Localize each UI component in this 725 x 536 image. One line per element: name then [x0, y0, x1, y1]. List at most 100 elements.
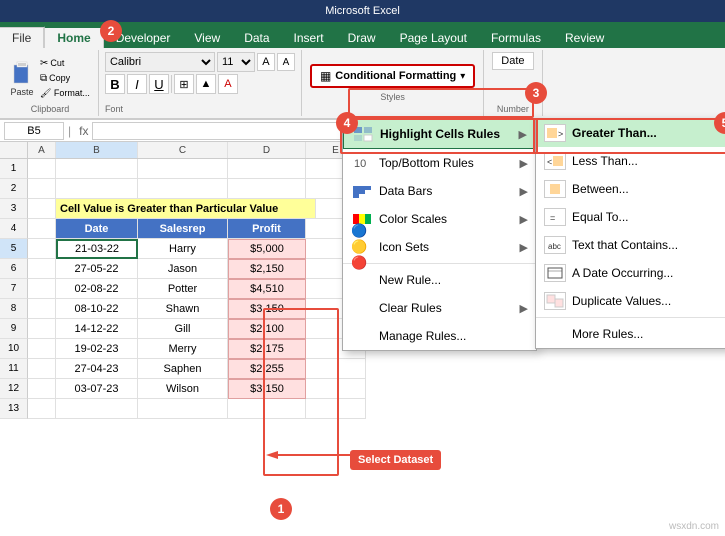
cell-c2[interactable]: [138, 179, 228, 199]
cell-b13[interactable]: [56, 399, 138, 419]
between-icon: [544, 180, 566, 198]
submenu-item-greaterthan[interactable]: > Greater Than...: [536, 119, 725, 147]
tab-review[interactable]: Review: [553, 28, 616, 48]
cell-a8[interactable]: [28, 299, 56, 319]
cell-c13[interactable]: [138, 399, 228, 419]
cell-d9[interactable]: $2,100: [228, 319, 306, 339]
submenu-item-dateoccurring[interactable]: A Date Occurring...: [536, 259, 725, 287]
menu-item-topbottom[interactable]: 10 Top/Bottom Rules ▶: [343, 149, 536, 177]
cell-a7[interactable]: [28, 279, 56, 299]
cell-d1[interactable]: [228, 159, 306, 179]
submenu-item-textcontains[interactable]: abc Text that Contains...: [536, 231, 725, 259]
cell-d13[interactable]: [228, 399, 306, 419]
tab-view[interactable]: View: [182, 28, 232, 48]
cell-reference-input[interactable]: [4, 122, 64, 140]
tab-insert[interactable]: Insert: [282, 28, 336, 48]
tab-draw[interactable]: Draw: [336, 28, 388, 48]
cell-b5[interactable]: 21-03-22: [56, 239, 138, 259]
cell-c7[interactable]: Potter: [138, 279, 228, 299]
font-grow-button[interactable]: A: [257, 53, 275, 71]
font-size-selector[interactable]: 11: [217, 52, 255, 72]
submenu-item-lessthan[interactable]: < Less Than...: [536, 147, 725, 175]
font-color-button[interactable]: A: [218, 74, 238, 94]
cell-d5[interactable]: $5,000: [228, 239, 306, 259]
cell-b4-header[interactable]: Date: [56, 219, 138, 239]
iconsets-label: Icon Sets: [379, 240, 514, 254]
cell-e13[interactable]: [306, 399, 366, 419]
cell-a4[interactable]: [28, 219, 56, 239]
function-icon[interactable]: fx: [79, 124, 88, 138]
cell-a10[interactable]: [28, 339, 56, 359]
cell-d7[interactable]: $4,510: [228, 279, 306, 299]
font-shrink-button[interactable]: A: [277, 53, 295, 71]
cut-button[interactable]: ✂Cut: [38, 57, 92, 70]
submenu-item-equalto[interactable]: = Equal To...: [536, 203, 725, 231]
menu-item-clearrules[interactable]: Clear Rules ▶: [343, 294, 536, 322]
cell-b11[interactable]: 27-04-23: [56, 359, 138, 379]
cell-c9[interactable]: Gill: [138, 319, 228, 339]
tab-formulas[interactable]: Formulas: [479, 28, 553, 48]
italic-button[interactable]: I: [127, 74, 147, 94]
menu-item-managerules[interactable]: Manage Rules...: [343, 322, 536, 350]
cell-a13[interactable]: [28, 399, 56, 419]
number-format-display[interactable]: Date: [492, 52, 533, 70]
cell-e11[interactable]: [306, 359, 366, 379]
menu-item-newrule[interactable]: New Rule...: [343, 266, 536, 294]
row-num-8: 8: [0, 299, 28, 319]
cell-d6[interactable]: $2,150: [228, 259, 306, 279]
cell-e12[interactable]: [306, 379, 366, 399]
cell-c6[interactable]: Jason: [138, 259, 228, 279]
cell-c5[interactable]: Harry: [138, 239, 228, 259]
cell-c11[interactable]: Saphen: [138, 359, 228, 379]
bold-button[interactable]: B: [105, 74, 125, 94]
cell-c1[interactable]: [138, 159, 228, 179]
paste-button[interactable]: Paste: [8, 57, 36, 99]
submenu-item-duplicates[interactable]: Duplicate Values...: [536, 287, 725, 315]
menu-item-databars[interactable]: Data Bars ▶: [343, 177, 536, 205]
conditional-formatting-button[interactable]: ▦ Conditional Formatting ▾: [310, 64, 475, 88]
cell-d4-header[interactable]: Profit: [228, 219, 306, 239]
cell-b6[interactable]: 27-05-22: [56, 259, 138, 279]
topbottom-icon: 10: [351, 154, 373, 172]
cell-b12[interactable]: 03-07-23: [56, 379, 138, 399]
submenu-item-between[interactable]: Between...: [536, 175, 725, 203]
cell-b10[interactable]: 19-02-23: [56, 339, 138, 359]
cell-c10[interactable]: Merry: [138, 339, 228, 359]
tab-file[interactable]: File: [0, 27, 44, 48]
cell-a2[interactable]: [28, 179, 56, 199]
cell-d8[interactable]: $3,150: [228, 299, 306, 319]
tab-pagelayout[interactable]: Page Layout: [388, 28, 479, 48]
cell-b7[interactable]: 02-08-22: [56, 279, 138, 299]
cell-a11[interactable]: [28, 359, 56, 379]
cell-c8[interactable]: Shawn: [138, 299, 228, 319]
cell-d2[interactable]: [228, 179, 306, 199]
menu-item-highlight[interactable]: Highlight Cells Rules ▶: [343, 119, 536, 149]
submenu-item-morerules[interactable]: More Rules...: [536, 320, 725, 348]
border-button[interactable]: ⊞: [174, 74, 194, 94]
font-selector[interactable]: Calibri: [105, 52, 215, 72]
cell-b2[interactable]: [56, 179, 138, 199]
tab-data[interactable]: Data: [232, 28, 281, 48]
cell-a9[interactable]: [28, 319, 56, 339]
cell-d11[interactable]: $2,255: [228, 359, 306, 379]
cell-a1[interactable]: [28, 159, 56, 179]
conditional-formatting-arrow: ▾: [460, 71, 465, 82]
cell-d12[interactable]: $3,150: [228, 379, 306, 399]
cell-c12[interactable]: Wilson: [138, 379, 228, 399]
cell-a3[interactable]: [28, 199, 56, 219]
tab-home[interactable]: Home: [44, 26, 103, 48]
cell-c4-header[interactable]: Salesrep: [138, 219, 228, 239]
cell-a5[interactable]: [28, 239, 56, 259]
cell-a6[interactable]: [28, 259, 56, 279]
copy-button[interactable]: ⧉Copy: [38, 72, 92, 85]
underline-button[interactable]: U: [149, 74, 169, 94]
fill-color-button[interactable]: ▲: [196, 74, 216, 94]
cell-b1[interactable]: [56, 159, 138, 179]
format-painter-button[interactable]: 🖌 Format...: [38, 87, 92, 100]
cell-b3-title[interactable]: Cell Value is Greater than Particular Va…: [56, 199, 316, 219]
menu-item-iconsets[interactable]: 🔵🟡🔴 Icon Sets ▶: [343, 233, 536, 261]
cell-d10[interactable]: $2,175: [228, 339, 306, 359]
cell-b9[interactable]: 14-12-22: [56, 319, 138, 339]
cell-b8[interactable]: 08-10-22: [56, 299, 138, 319]
cell-a12[interactable]: [28, 379, 56, 399]
